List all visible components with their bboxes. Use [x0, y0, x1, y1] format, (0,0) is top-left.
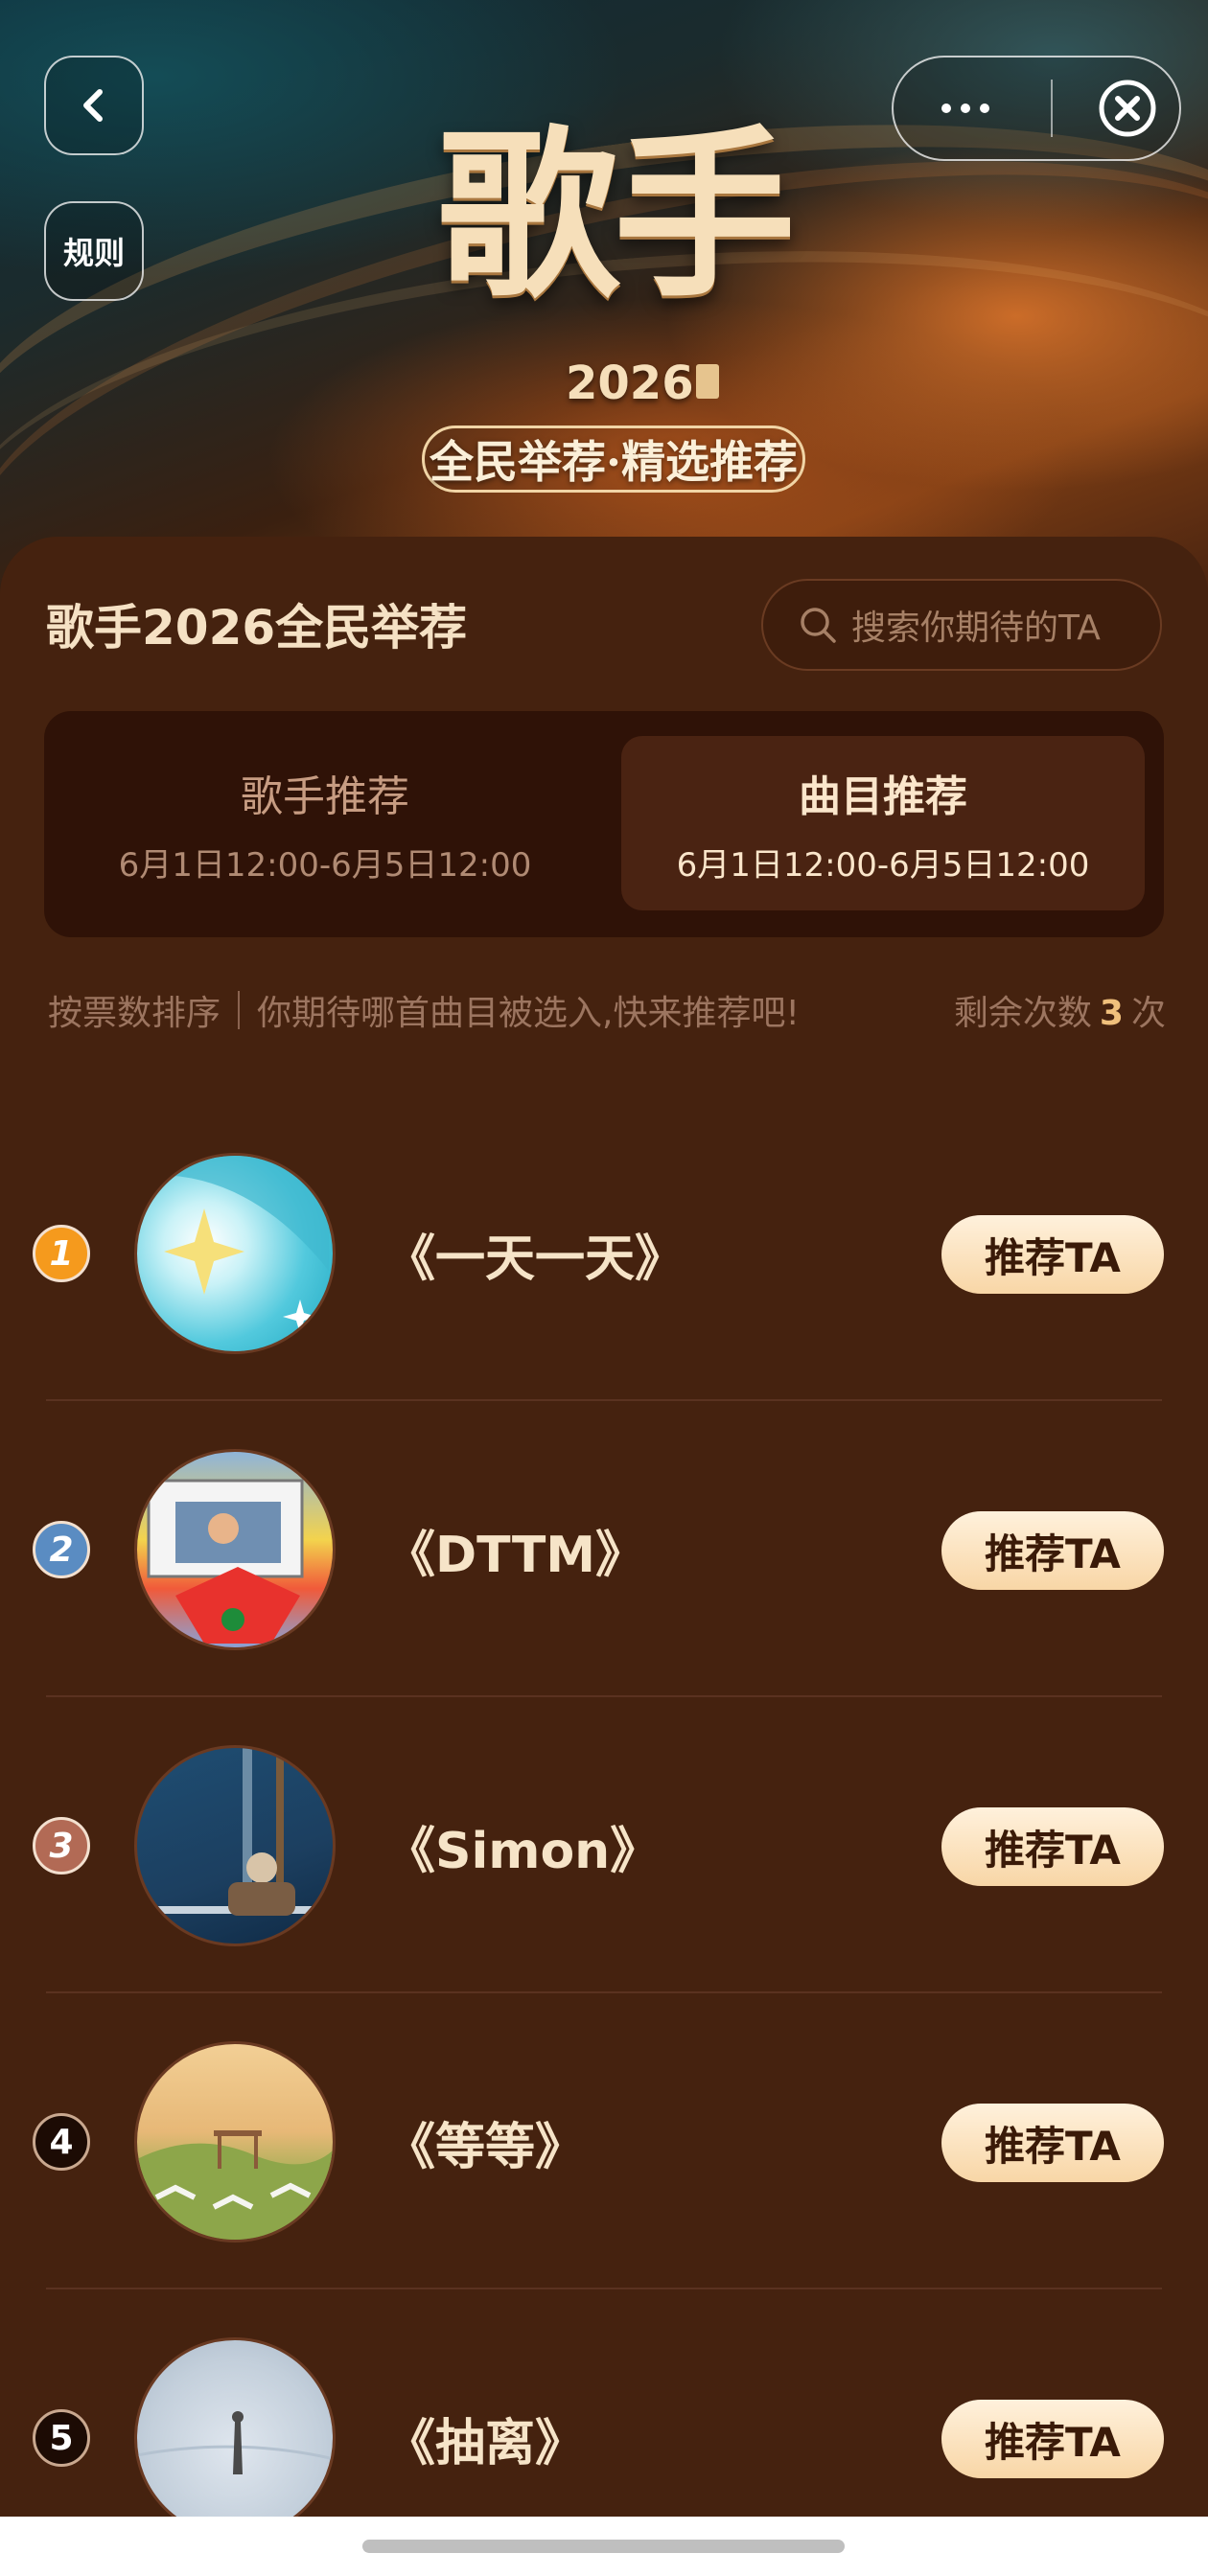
tab-singer-recommend[interactable]: 歌手推荐 6月1日12:00-6月5日12:00	[63, 736, 587, 910]
song-title: 《Simon》	[385, 1823, 661, 1880]
recommend-button[interactable]: 推荐TA	[941, 1215, 1164, 1294]
song-cover[interactable]	[134, 2337, 336, 2539]
home-indicator[interactable]	[362, 2540, 845, 2553]
tab-date: 6月1日12:00-6月5日12:00	[118, 845, 532, 885]
rank-badge: 2	[33, 1521, 90, 1578]
rank-badge: 3	[33, 1817, 90, 1874]
rank-badge: 4	[33, 2113, 90, 2171]
hint-row: 按票数排序 你期待哪首曲目被选入,快来推荐吧! 剩余次数 3 次	[48, 985, 1166, 1035]
collage-art	[147, 1479, 304, 1644]
recommend-button[interactable]: 推荐TA	[941, 1807, 1164, 1886]
song-cover[interactable]	[134, 1153, 336, 1354]
hint-divider	[238, 991, 241, 1029]
tab-label: 曲目推荐	[799, 771, 967, 821]
list-item: 1 《一天一天》 推荐TA	[0, 1105, 1208, 1401]
song-title: 《等等》	[385, 2119, 586, 2176]
show-logo-year: 2026	[566, 356, 694, 410]
capsule-divider	[1051, 80, 1053, 137]
tab-bar: 歌手推荐 6月1日12:00-6月5日12:00 曲目推荐 6月1日12:00-…	[44, 711, 1164, 937]
show-logo-title: 歌手	[436, 108, 796, 322]
sparkle-art	[156, 1156, 329, 1334]
rank-badge: 1	[33, 1225, 90, 1282]
song-title: 《抽离》	[385, 2415, 586, 2472]
search-input[interactable]: 搜索你期待的TA	[761, 579, 1162, 671]
page-title: 歌手2026全民举荐	[46, 600, 468, 656]
list-item: 2 《DTTM》 推荐TA	[0, 1401, 1208, 1697]
portrait-art	[156, 1748, 319, 1916]
remaining-votes: 剩余次数 3 次	[954, 985, 1166, 1035]
remain-prefix: 剩余次数	[953, 994, 1092, 1033]
sort-label: 按票数排序	[48, 994, 221, 1033]
close-circle-icon[interactable]	[1097, 78, 1158, 139]
song-cover[interactable]	[134, 2041, 336, 2242]
show-logo-subtitle: 全民举荐·精选推荐	[422, 426, 805, 493]
song-list: 1 《一天一天》 推荐TA 2 《DTTM》 推荐TA 3 《Simon》 推荐…	[0, 1105, 1208, 2576]
rank-badge: 5	[33, 2409, 90, 2467]
recommend-button[interactable]: 推荐TA	[941, 2400, 1164, 2478]
tab-label: 歌手推荐	[241, 771, 409, 821]
list-item: 3 《Simon》 推荐TA	[0, 1697, 1208, 1993]
landscape-art	[137, 2130, 333, 2240]
rules-button[interactable]: 规则	[44, 201, 144, 301]
content-panel: 歌手2026全民举荐 搜索你期待的TA 歌手推荐 6月1日12:00-6月5日1…	[0, 537, 1208, 2576]
search-icon	[801, 608, 836, 643]
mini-program-capsule	[892, 56, 1181, 161]
figure-art	[137, 2411, 333, 2474]
remain-count: 3	[1099, 994, 1124, 1033]
chevron-left-icon	[83, 89, 103, 122]
song-title: 《DTTM》	[385, 1527, 646, 1584]
recommend-button[interactable]: 推荐TA	[941, 2104, 1164, 2182]
tab-song-recommend[interactable]: 曲目推荐 6月1日12:00-6月5日12:00	[621, 736, 1145, 910]
more-dots-icon[interactable]	[941, 104, 989, 113]
recommend-button[interactable]: 推荐TA	[941, 1511, 1164, 1590]
remain-suffix: 次	[1130, 994, 1166, 1033]
list-item: 4 《等等》 推荐TA	[0, 1993, 1208, 2289]
song-cover[interactable]	[134, 1745, 336, 1946]
tab-date: 6月1日12:00-6月5日12:00	[676, 845, 1090, 885]
hint-message: 你期待哪首曲目被选入,快来推荐吧!	[257, 994, 800, 1033]
logo-seal	[696, 364, 719, 399]
hero-banner: 规则 歌手 2026 全民举荐·精选推荐	[0, 0, 1208, 739]
search-placeholder: 搜索你期待的TA	[851, 609, 1101, 648]
song-cover[interactable]	[134, 1449, 336, 1650]
screen: 规则 歌手 2026 全民举荐·精选推荐 歌手2026全民举荐 搜索你期待的TA	[0, 0, 1208, 2576]
song-title: 《一天一天》	[385, 1230, 685, 1288]
back-button[interactable]	[44, 56, 144, 155]
